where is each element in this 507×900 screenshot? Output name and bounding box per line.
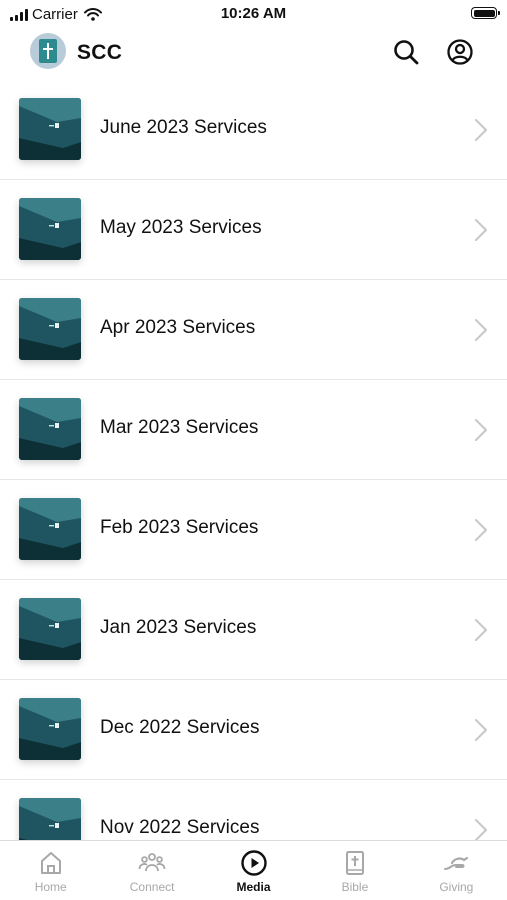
tab-home[interactable]: Home: [0, 841, 101, 900]
chevron-right-icon: [475, 519, 487, 541]
service-title: Feb 2023 Services: [100, 517, 259, 538]
service-thumbnail: [19, 498, 81, 560]
list-item[interactable]: June 2023 Services: [0, 80, 507, 180]
battery-icon: [471, 7, 500, 19]
service-thumbnail: [19, 198, 81, 260]
cross-bible-logo-icon[interactable]: [30, 33, 66, 69]
service-title: Dec 2022 Services: [100, 717, 260, 738]
service-thumbnail: [19, 798, 81, 840]
services-list: June 2023 Services May 2023 Services Apr 2…: [0, 80, 507, 840]
service-thumbnail: [19, 598, 81, 660]
list-item[interactable]: Dec 2022 Services: [0, 680, 507, 780]
service-thumbnail: [19, 298, 81, 360]
service-thumbnail: [19, 98, 81, 160]
tab-connect[interactable]: Connect: [101, 841, 202, 900]
tab-label: Bible: [341, 880, 369, 894]
list-item[interactable]: May 2023 Services: [0, 180, 507, 280]
chevron-right-icon: [475, 319, 487, 341]
service-title: Mar 2023 Services: [100, 417, 259, 438]
tab-label: Giving: [439, 880, 474, 894]
people-icon: [138, 853, 166, 872]
search-icon[interactable]: [392, 38, 420, 66]
tab-label: Home: [34, 880, 67, 894]
tab-bible[interactable]: Bible: [304, 841, 405, 900]
chevron-right-icon: [475, 619, 487, 641]
chevron-right-icon: [475, 819, 487, 840]
app-title: SCC: [77, 41, 123, 64]
chevron-right-icon: [475, 419, 487, 441]
service-title: Apr 2023 Services: [100, 317, 256, 338]
play-circle-icon: [240, 850, 267, 876]
list-item[interactable]: Apr 2023 Services: [0, 280, 507, 380]
list-item[interactable]: Mar 2023 Services: [0, 380, 507, 480]
service-title: Jan 2023 Services: [100, 617, 257, 638]
chevron-right-icon: [475, 219, 487, 241]
tab-bar: Home Connect Media Bible Giving: [0, 840, 507, 900]
list-item[interactable]: Nov 2022 Services: [0, 780, 507, 840]
tab-label: Media: [236, 880, 271, 894]
service-title: Nov 2022 Services: [100, 817, 260, 838]
status-bar: Carrier 10:26 AM: [0, 0, 507, 30]
bible-icon: [345, 851, 364, 875]
user-circle-icon[interactable]: [446, 38, 474, 66]
tab-giving[interactable]: Giving: [406, 841, 507, 900]
chevron-right-icon: [475, 119, 487, 141]
app-header: SCC: [0, 30, 507, 80]
tab-media[interactable]: Media: [203, 841, 304, 900]
service-thumbnail: [19, 398, 81, 460]
service-thumbnail: [19, 698, 81, 760]
list-item[interactable]: Feb 2023 Services: [0, 480, 507, 580]
home-icon: [40, 852, 61, 874]
service-title: May 2023 Services: [100, 217, 262, 238]
service-title: June 2023 Services: [100, 117, 267, 138]
chevron-right-icon: [475, 719, 487, 741]
list-item[interactable]: Jan 2023 Services: [0, 580, 507, 680]
tab-label: Connect: [129, 880, 175, 894]
status-time: 10:26 AM: [220, 5, 287, 22]
giving-hand-icon: [444, 856, 469, 870]
